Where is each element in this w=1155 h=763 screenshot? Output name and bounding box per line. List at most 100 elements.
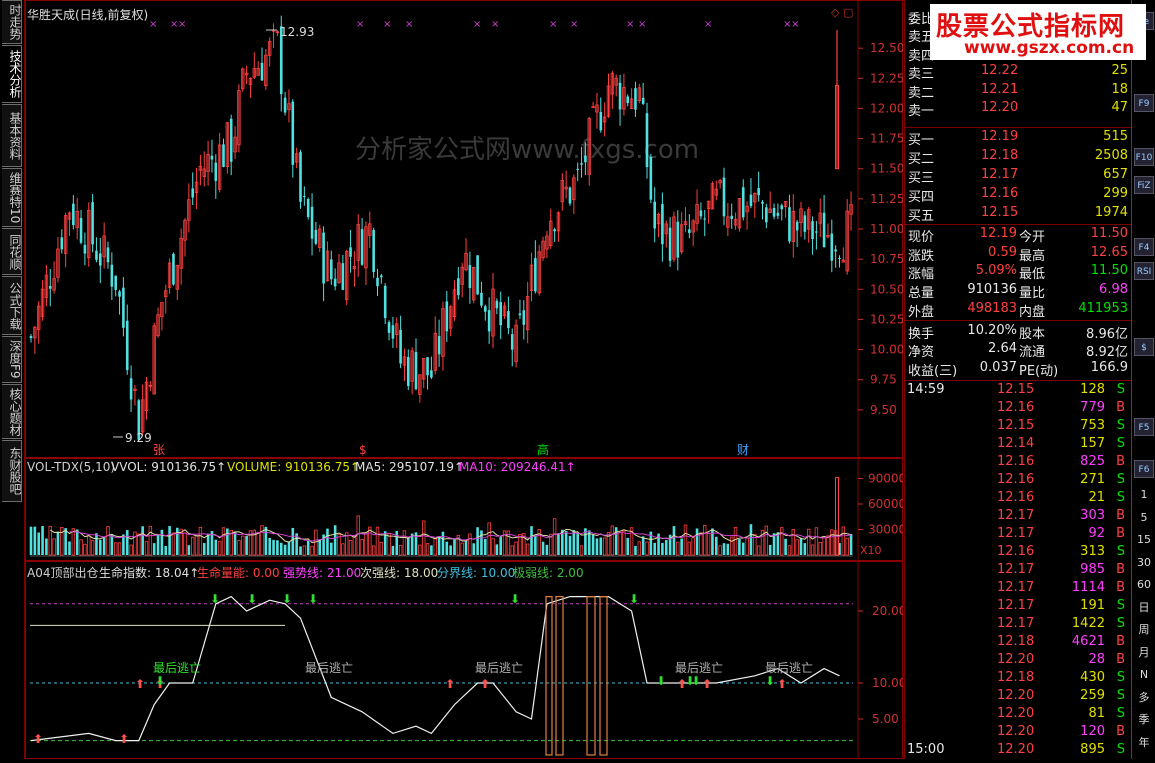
- period-button-60[interactable]: 60: [1134, 576, 1154, 594]
- tick-row: 12.17 303 B: [905, 508, 1131, 526]
- period-button-月[interactable]: 月: [1134, 644, 1154, 662]
- candle-body: [260, 62, 264, 81]
- sell-row: 卖一 12.20 47: [905, 100, 1131, 119]
- volume-bar: [534, 535, 537, 555]
- signal-label: 最后逃亡: [675, 661, 723, 675]
- period-button-季[interactable]: 季: [1134, 711, 1154, 729]
- volume-bar: [841, 526, 846, 556]
- quote-value: 2.64: [988, 341, 1017, 357]
- volume-bar: [622, 530, 626, 556]
- toolbar-icon-4[interactable]: F4: [1134, 238, 1154, 256]
- volume-bar: [849, 533, 853, 555]
- volume-bar: [71, 528, 76, 556]
- quote-row: 收益(三) 0.037 PE(动) 166.9: [905, 360, 1131, 379]
- tick-row: 12.17 1422 S: [905, 616, 1131, 634]
- toolbar-icon-1[interactable]: F9: [1134, 94, 1154, 112]
- sell-volume: 18: [1111, 81, 1128, 97]
- left-tab-1[interactable]: 时走势: [2, 0, 22, 44]
- volume-bar: [356, 515, 360, 556]
- quote-key: 外盘: [908, 304, 935, 320]
- candle-body: [510, 334, 514, 350]
- left-tab-9[interactable]: 东财股吧: [2, 440, 22, 502]
- volume-bar: [780, 527, 784, 556]
- candle-body: [222, 144, 225, 167]
- quote-row: 涨幅 5.09% 最低 11.50: [905, 263, 1131, 283]
- ind-sub-strong: 次强线: 18.00: [360, 566, 439, 580]
- volume-bar: [79, 539, 83, 556]
- toolbar-icon-8[interactable]: F6: [1134, 460, 1154, 478]
- buy-arrow-icon: ⬆: [777, 677, 787, 691]
- price-tick-label: 11.50: [870, 162, 903, 176]
- candle-body: [811, 221, 814, 240]
- toolbar-icon-5[interactable]: RSI: [1134, 262, 1154, 280]
- volume-bar: [672, 526, 676, 555]
- volume-bar: [653, 542, 656, 555]
- volume-bar: [756, 545, 761, 556]
- volume-bar: [137, 533, 141, 556]
- volume-bar: [441, 531, 445, 555]
- period-button-年[interactable]: 年: [1134, 734, 1154, 752]
- period-button-N[interactable]: N: [1134, 666, 1154, 684]
- left-tab-5[interactable]: 同花顺: [2, 228, 22, 275]
- period-button-日[interactable]: 日: [1134, 599, 1154, 617]
- sell-price: 12.21: [981, 81, 1019, 97]
- tick-side: S: [1116, 742, 1125, 757]
- signal-x-mark: ×: [383, 19, 391, 30]
- left-tab-6[interactable]: 公式下载: [2, 276, 22, 335]
- left-tab-8[interactable]: 核心题材: [2, 384, 22, 439]
- period-button-15[interactable]: 15: [1134, 531, 1154, 549]
- signal-x-mark: ×: [473, 19, 481, 30]
- volume-bar: [29, 526, 33, 555]
- volume-bar: [33, 526, 37, 555]
- period-button-周[interactable]: 周: [1134, 621, 1154, 639]
- sell-arrow-icon: ⬇: [247, 592, 257, 606]
- candle-body: [299, 152, 302, 202]
- tick-volume: 128: [1080, 382, 1105, 397]
- volume-bar: [152, 543, 156, 555]
- candle-body: [437, 336, 441, 355]
- period-button-多[interactable]: 多: [1134, 689, 1154, 707]
- window-controls[interactable]: ◇ ▢: [831, 6, 853, 19]
- volume-bar: [810, 544, 815, 556]
- buy-volume: 2508: [1094, 148, 1128, 163]
- toolbar-icon-7[interactable]: F5: [1134, 418, 1154, 436]
- period-button-5[interactable]: 5: [1134, 509, 1154, 527]
- candle-body: [499, 302, 502, 326]
- tick-row: 12.15 753 S: [905, 418, 1131, 436]
- candle-body: [387, 322, 391, 333]
- toolbar-icon-3[interactable]: FiZ: [1134, 176, 1154, 194]
- volume-bar: [168, 526, 171, 555]
- main-chart-area[interactable]: 12.50 12.25 12.00 11.75 11.50 11.25 11.00 10.75…: [25, 0, 906, 759]
- quote-value: 6.98: [1099, 282, 1128, 298]
- tick-side: S: [1116, 418, 1125, 433]
- period-button-1[interactable]: 1: [1134, 486, 1154, 504]
- candle-body: [584, 155, 587, 163]
- candle-body: [780, 205, 784, 210]
- buy-label: 买二: [908, 152, 935, 167]
- period-toolbar: FeF9F10FiZF4RSI$F5F615153060日周月N多季年: [1131, 0, 1155, 759]
- quote-key: 涨跌: [908, 248, 935, 264]
- tick-volume: 259: [1080, 688, 1105, 703]
- toolbar-icon-6[interactable]: $: [1134, 338, 1154, 356]
- left-tab-7[interactable]: 深度F9: [2, 336, 22, 383]
- tick-volume: 271: [1080, 472, 1105, 487]
- sell-arrow-icon: ⬇: [656, 674, 666, 688]
- candle-body: [507, 311, 510, 329]
- quote-key: 最低: [1019, 267, 1046, 283]
- chart-canvas[interactable]: 12.50 12.25 12.00 11.75 11.50 11.25 11.00 10.75…: [25, 0, 906, 759]
- sell-arrow-icon: ⬇: [765, 674, 775, 688]
- buy-label: 买一: [908, 133, 935, 148]
- volume-bar: [568, 535, 572, 555]
- tick-row: 12.14 157 S: [905, 436, 1131, 454]
- left-tab-4[interactable]: 维赛特10: [2, 168, 22, 227]
- candle-body: [349, 247, 352, 257]
- left-tab-3[interactable]: 基本资料: [2, 104, 22, 167]
- candle-body: [668, 227, 672, 261]
- volume-bar: [807, 528, 811, 556]
- volume-bar: [676, 541, 680, 556]
- period-button-30[interactable]: 30: [1134, 554, 1154, 572]
- volume-bar: [302, 545, 307, 556]
- left-tab-2[interactable]: 技术分析: [2, 45, 22, 103]
- toolbar-icon-2[interactable]: F10: [1134, 148, 1154, 166]
- volume-bar: [683, 524, 688, 556]
